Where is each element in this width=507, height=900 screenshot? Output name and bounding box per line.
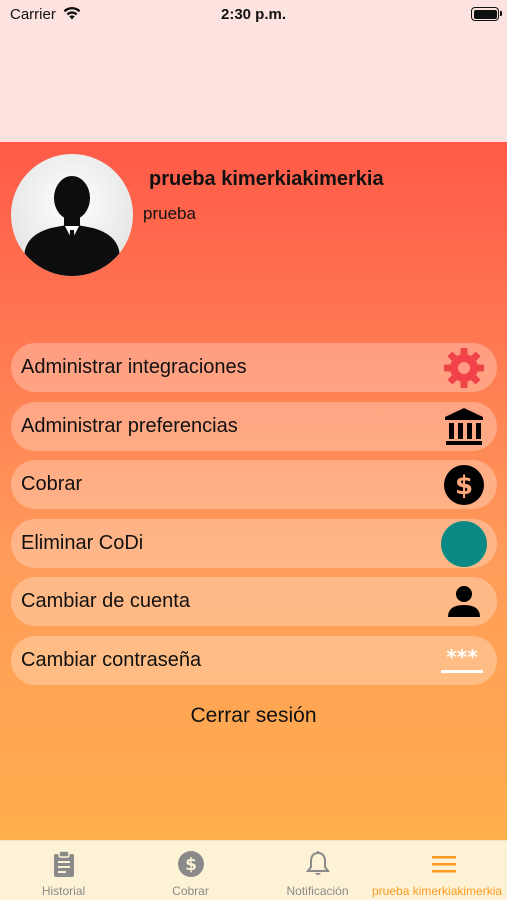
gear-icon (443, 347, 485, 389)
teal-circle-icon (441, 520, 487, 567)
dollar-circle-icon: $ (443, 464, 485, 506)
menu-item-label: Cambiar de cuenta (21, 590, 190, 613)
tab-historial[interactable]: Historial (0, 841, 127, 900)
tab-label: Historial (41, 884, 86, 898)
password-icon: *** (441, 640, 485, 682)
status-bar: Carrier 2:30 p.m. (0, 0, 507, 30)
tab-cobrar[interactable]: $ Cobrar (127, 841, 254, 900)
menu-item-label: Administrar preferencias (21, 414, 238, 437)
svg-text:***: *** (446, 645, 478, 669)
person-icon (443, 581, 485, 623)
bank-icon (443, 406, 485, 448)
profile-subtitle: prueba (143, 204, 196, 223)
logout-button[interactable]: Cerrar sesión (0, 704, 507, 728)
menu-item-administrar-preferencias[interactable]: Administrar preferencias (11, 401, 497, 451)
person-silhouette-icon (21, 176, 123, 276)
profile-name: prueba kimerkiakimerkia (149, 168, 384, 190)
tab-label: Notificación (286, 884, 349, 898)
menu-item-label: Cobrar (21, 473, 83, 496)
svg-text:$: $ (185, 855, 197, 875)
clipboard-icon (50, 850, 78, 878)
menu-item-cobrar[interactable]: Cobrar $ (11, 460, 497, 510)
tab-label: prueba kimerkiakimerkia (372, 884, 503, 898)
menu-item-label: Administrar integraciones (21, 356, 247, 378)
menu-item-label: Cambiar contraseña (21, 648, 202, 671)
menu-item-cambiar-de-cuenta[interactable]: Cambiar de cuenta (11, 577, 497, 627)
hamburger-menu-icon (430, 850, 458, 878)
menu-item-administrar-integraciones[interactable]: Administrar integraciones (11, 343, 497, 392)
clock: 2:30 p.m. (220, 6, 287, 23)
profile-menu-panel: prueba kimerkiakimerkia prueba Administr… (0, 142, 507, 840)
avatar[interactable] (11, 154, 133, 276)
tab-label: Cobrar (172, 884, 209, 898)
tab-perfil[interactable]: prueba kimerkiakimerkia (371, 841, 507, 900)
tab-bar: Historial $ Cobrar Notificación prueba k… (0, 840, 507, 900)
options-menu: Administrar integraciones Administrar pr… (11, 343, 497, 695)
dollar-circle-icon: $ (177, 850, 205, 878)
svg-text:$: $ (455, 471, 473, 501)
menu-item-label: Eliminar CoDi (21, 531, 144, 554)
menu-item-eliminar-codi[interactable]: Eliminar CoDi (11, 518, 497, 568)
tab-notificacion[interactable]: Notificación (254, 841, 381, 900)
menu-item-cambiar-contrasena[interactable]: Cambiar contraseña *** (11, 635, 497, 685)
bell-icon (304, 850, 332, 878)
battery-icon (471, 7, 502, 21)
